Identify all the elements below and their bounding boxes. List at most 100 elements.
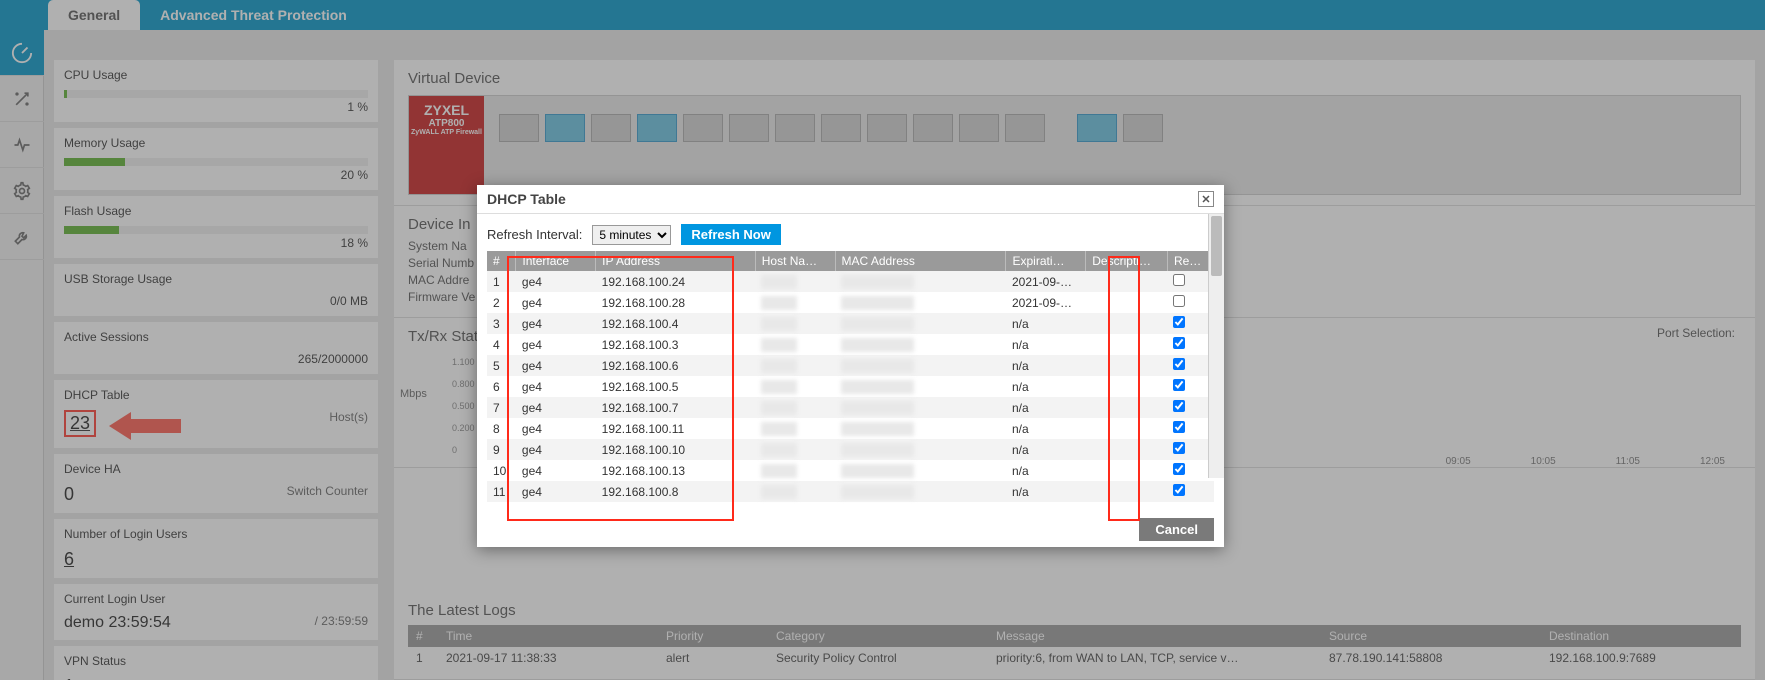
log-row[interactable]: 1 2021-09-17 11:38:33 alert Security Pol…: [408, 647, 1741, 669]
reserve-checkbox[interactable]: [1173, 442, 1185, 454]
port-p12[interactable]: [1005, 114, 1045, 142]
log-col-source[interactable]: Source: [1321, 625, 1541, 647]
cancel-button[interactable]: Cancel: [1139, 518, 1214, 541]
dhcp-row[interactable]: 10ge4192.168.100.13xxxxxxxx:xx:xx:xx:xxn…: [487, 460, 1214, 481]
card-sessions[interactable]: Active Sessions 265/2000000: [54, 322, 378, 374]
cell-reserve: [1167, 439, 1213, 460]
cell-reserve: [1167, 397, 1213, 418]
cell-reserve: [1167, 355, 1213, 376]
card-flash[interactable]: Flash Usage 18 %: [54, 196, 378, 258]
scrollbar-thumb[interactable]: [1211, 216, 1222, 276]
card-memory[interactable]: Memory Usage 20 %: [54, 128, 378, 190]
reserve-checkbox[interactable]: [1173, 274, 1185, 286]
dashboard-icon[interactable]: [0, 30, 44, 76]
col-reserve[interactable]: Re…: [1167, 251, 1213, 271]
cell-interface: ge4: [516, 418, 596, 439]
col-expiration[interactable]: Expirati…: [1006, 251, 1086, 271]
reserve-checkbox[interactable]: [1173, 379, 1185, 391]
port-p9[interactable]: [867, 114, 907, 142]
top-tabs: General Advanced Threat Protection: [48, 0, 367, 30]
cell-desc: [1086, 313, 1168, 334]
card-vpn[interactable]: VPN Status 1: [54, 646, 378, 680]
card-login-users[interactable]: Number of Login Users 6: [54, 519, 378, 578]
reserve-checkbox[interactable]: [1173, 421, 1185, 433]
tab-general[interactable]: General: [48, 0, 140, 30]
port-p11[interactable]: [959, 114, 999, 142]
close-icon[interactable]: ✕: [1198, 191, 1214, 207]
log-col-category[interactable]: Category: [768, 625, 988, 647]
dhcp-row[interactable]: 6ge4192.168.100.5xxxxxxxx:xx:xx:xx:xxn/a: [487, 376, 1214, 397]
wizard-icon[interactable]: [0, 76, 44, 122]
reserve-checkbox[interactable]: [1173, 337, 1185, 349]
maintenance-icon[interactable]: [0, 214, 44, 260]
cell-reserve: [1167, 271, 1213, 292]
monitor-icon[interactable]: [0, 122, 44, 168]
port-p13[interactable]: [1077, 114, 1117, 142]
device-image: ZYXEL ATP800 ZyWALL ATP Firewall: [408, 95, 1741, 195]
port-p7[interactable]: [775, 114, 815, 142]
card-ha[interactable]: Device HA 0 Switch Counter: [54, 454, 378, 513]
dhcp-row[interactable]: 2ge4192.168.100.28xxxxxxxx:xx:xx:xx:xx20…: [487, 292, 1214, 313]
cell-n: 1: [487, 271, 516, 292]
reserve-checkbox[interactable]: [1173, 484, 1185, 496]
port-p8[interactable]: [821, 114, 861, 142]
sidebar: [0, 30, 44, 680]
dhcp-row[interactable]: 11ge4192.168.100.8xxxxxxxx:xx:xx:xx:xxn/…: [487, 481, 1214, 502]
cell-n: 2: [487, 292, 516, 313]
cell-host: xxxxxx: [755, 418, 835, 439]
dhcp-row[interactable]: 7ge4192.168.100.7xxxxxxxx:xx:xx:xx:xxn/a: [487, 397, 1214, 418]
card-cpu[interactable]: CPU Usage 1 %: [54, 60, 378, 122]
cell-desc: [1086, 397, 1168, 418]
log-col-time[interactable]: Time: [438, 625, 658, 647]
reserve-checkbox[interactable]: [1173, 463, 1185, 475]
refresh-now-button[interactable]: Refresh Now: [681, 224, 780, 245]
log-col-message[interactable]: Message: [988, 625, 1321, 647]
refresh-interval-select[interactable]: 5 minutes: [592, 225, 671, 245]
card-usb[interactable]: USB Storage Usage 0/0 MB: [54, 264, 378, 316]
port-p10[interactable]: [913, 114, 953, 142]
col-description[interactable]: Descripti…: [1086, 251, 1168, 271]
cell-ip: 192.168.100.4: [596, 313, 756, 334]
log-col-priority[interactable]: Priority: [658, 625, 768, 647]
brand-text: ZYXEL: [409, 102, 484, 118]
port-p3[interactable]: [591, 114, 631, 142]
dhcp-row[interactable]: 8ge4192.168.100.11xxxxxxxx:xx:xx:xx:xxn/…: [487, 418, 1214, 439]
cell-interface: ge4: [516, 271, 596, 292]
reserve-checkbox[interactable]: [1173, 400, 1185, 412]
cell-mac: xx:xx:xx:xx:xx: [835, 355, 1006, 376]
log-col-dest[interactable]: Destination: [1541, 625, 1741, 647]
reserve-checkbox[interactable]: [1173, 358, 1185, 370]
dhcp-row[interactable]: 5ge4192.168.100.6xxxxxxxx:xx:xx:xx:xxn/a: [487, 355, 1214, 376]
cell-host: xxxxxx: [755, 397, 835, 418]
port-p6[interactable]: [729, 114, 769, 142]
card-dhcp[interactable]: DHCP Table 23 Host(s): [54, 380, 378, 448]
port-p2[interactable]: [545, 114, 585, 142]
port-p1[interactable]: [499, 114, 539, 142]
tab-atp[interactable]: Advanced Threat Protection: [140, 0, 367, 30]
cell-mac: xx:xx:xx:xx:xx: [835, 439, 1006, 460]
dhcp-row[interactable]: 4ge4192.168.100.3xxxxxxxx:xx:xx:xx:xxn/a: [487, 334, 1214, 355]
settings-icon[interactable]: [0, 168, 44, 214]
cell-host: xxxxxx: [755, 355, 835, 376]
port-p4[interactable]: [637, 114, 677, 142]
cell-ip: 192.168.100.13: [596, 460, 756, 481]
dialog-scrollbar[interactable]: [1208, 214, 1224, 478]
dhcp-row[interactable]: 1ge4192.168.100.24xxxxxxxx:xx:xx:xx:xx20…: [487, 271, 1214, 292]
cell-interface: ge4: [516, 397, 596, 418]
cell-desc: [1086, 481, 1168, 502]
col-mac[interactable]: MAC Address: [835, 251, 1006, 271]
dhcp-row[interactable]: 9ge4192.168.100.10xxxxxxxx:xx:xx:xx:xxn/…: [487, 439, 1214, 460]
card-current-user[interactable]: Current Login User demo 23:59:54 / 23:59…: [54, 584, 378, 640]
reserve-checkbox[interactable]: [1173, 316, 1185, 328]
port-p14[interactable]: [1123, 114, 1163, 142]
curuser-title: Current Login User: [64, 592, 368, 606]
reserve-checkbox[interactable]: [1173, 295, 1185, 307]
log-col-n[interactable]: #: [408, 625, 438, 647]
col-host[interactable]: Host Na…: [755, 251, 835, 271]
port-p5[interactable]: [683, 114, 723, 142]
vpn-title: VPN Status: [64, 654, 368, 668]
col-interface[interactable]: Interface: [516, 251, 596, 271]
col-n[interactable]: #: [487, 251, 516, 271]
dhcp-row[interactable]: 3ge4192.168.100.4xxxxxxxx:xx:xx:xx:xxn/a: [487, 313, 1214, 334]
col-ip[interactable]: IP Address: [596, 251, 756, 271]
